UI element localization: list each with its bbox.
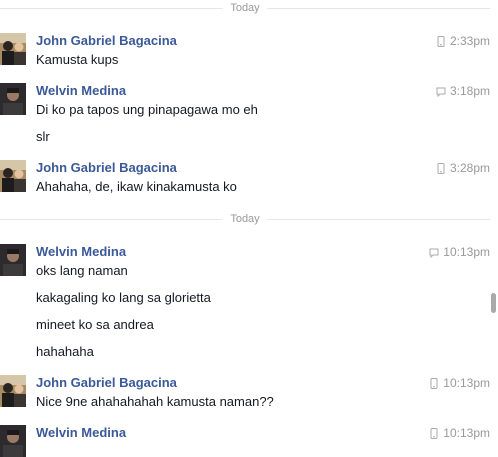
date-divider-label: Today: [222, 1, 268, 15]
message-text: Di ko pa tapos ung pinapagawa mo eh: [36, 102, 258, 117]
sender-name[interactable]: Welvin Medina: [36, 244, 126, 260]
message-text: Ahahaha, de, ikaw kinakamusta ko: [36, 179, 237, 194]
message-text: hahahaha: [36, 344, 94, 359]
chat-icon: [429, 248, 439, 258]
message-time: 10:13pm: [429, 244, 490, 260]
avatar[interactable]: [0, 83, 26, 115]
sender-name[interactable]: Welvin Medina: [36, 425, 126, 441]
message-time: 2:33pm: [436, 33, 490, 49]
avatar[interactable]: [0, 244, 26, 276]
date-divider-label: Today: [222, 212, 268, 226]
message-time: 3:28pm: [436, 160, 490, 176]
chat-icon: [436, 87, 446, 97]
message-time: 10:13pm: [429, 425, 490, 441]
mobile-icon: [430, 427, 438, 439]
sender-name[interactable]: John Gabriel Bagacina: [36, 375, 177, 391]
sender-name[interactable]: John Gabriel Bagacina: [36, 160, 177, 176]
message-time: 3:18pm: [436, 83, 490, 99]
message-time: 10:13pm: [429, 375, 490, 391]
sender-name[interactable]: John Gabriel Bagacina: [36, 33, 177, 49]
avatar[interactable]: [0, 375, 26, 407]
date-divider: Today: [0, 212, 490, 226]
avatar[interactable]: [0, 160, 26, 192]
avatar[interactable]: [0, 425, 26, 457]
avatar[interactable]: [0, 33, 26, 65]
mobile-icon: [430, 377, 438, 389]
message-text: oks lang naman: [36, 263, 128, 278]
scrollbar-thumb[interactable]: [491, 293, 496, 313]
date-divider: Today: [0, 1, 490, 15]
message-text: Kamusta kups: [36, 52, 119, 67]
message-text: Nice 9ne ahahahahah kamusta naman??: [36, 394, 274, 409]
mobile-icon: [437, 162, 445, 174]
mobile-icon: [437, 35, 445, 47]
message-text: kakagaling ko lang sa glorietta: [36, 290, 211, 305]
sender-name[interactable]: Welvin Medina: [36, 83, 126, 99]
message-text: mineet ko sa andrea: [36, 317, 154, 332]
message-text: slr: [36, 129, 50, 144]
